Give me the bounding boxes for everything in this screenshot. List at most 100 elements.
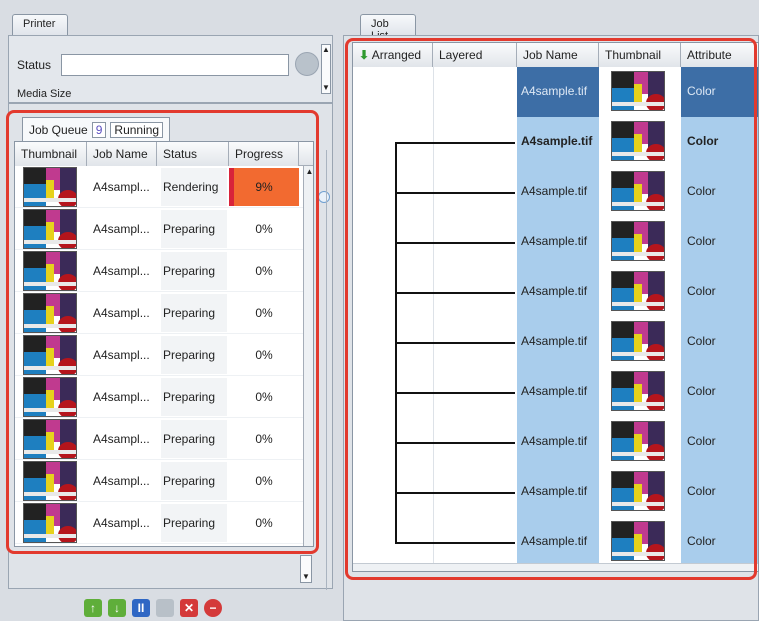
queue-progress: 0% [229, 210, 299, 248]
queue-row[interactable]: A4sampl... Preparing 0% [15, 418, 303, 460]
queue-progress-text: 0% [255, 474, 273, 488]
queue-progress-text: 0% [255, 390, 273, 404]
move-up-icon[interactable]: ↑ [84, 599, 102, 617]
joblist-thumbnail [611, 71, 665, 111]
job-queue-tab-label: Job Queue [29, 122, 88, 137]
queue-progress-text: 0% [255, 516, 273, 530]
queue-progress: 0% [229, 462, 299, 500]
queue-col-job-name[interactable]: Job Name [87, 142, 157, 166]
joblist-row[interactable]: A4sample.tif Color [353, 317, 758, 367]
queue-scroll-down-icon[interactable]: ▼ [301, 572, 311, 582]
joblist-job-name: A4sample.tif [521, 234, 588, 248]
media-size-label: Media Size [17, 88, 72, 100]
queue-status: Preparing [161, 252, 227, 290]
queue-progress: 0% [229, 294, 299, 332]
joblist-col-attribute[interactable]: Attribute [681, 43, 758, 67]
running-label: Running [110, 121, 164, 138]
queue-progress: 0% [229, 252, 299, 290]
queue-scroll-up-icon[interactable]: ▲ [304, 166, 313, 178]
status-field[interactable] [61, 54, 289, 76]
joblist-row[interactable]: A4sample.tif Color [353, 367, 758, 417]
splitter-handle[interactable] [318, 191, 330, 203]
queue-col-thumbnail[interactable]: Thumbnail [15, 142, 87, 166]
joblist-attribute: Color [687, 384, 716, 398]
job-queue-tab[interactable]: Job Queue 9 Running [22, 117, 171, 141]
joblist-name-cell: A4sample.tif [517, 317, 599, 367]
joblist-row[interactable]: A4sample.tif Color [353, 417, 758, 467]
queue-row[interactable]: A4sampl... Preparing 0% [15, 502, 303, 544]
joblist-thumbnail [611, 371, 665, 411]
queue-row[interactable]: A4sampl... Rendering 9% [15, 166, 303, 208]
tree-trunk-line [395, 142, 397, 544]
joblist-job-name: A4sample.tif [521, 284, 588, 298]
joblist-attribute: Color [687, 484, 716, 498]
joblist-job-name: A4sample.tif [521, 384, 588, 398]
joblist-header-row: ⬇ Arranged Layered Job Name Thumbnail At… [353, 43, 758, 67]
queue-thumbnail [23, 503, 77, 543]
queue-thumbnail [23, 293, 77, 333]
joblist-name-cell: A4sample.tif [517, 267, 599, 317]
queue-progress-text: 0% [255, 222, 273, 236]
vertical-divider [326, 150, 327, 590]
queue-job-name: A4sampl... [93, 264, 150, 278]
job-queue-count-badge: 9 [91, 121, 107, 138]
queue-progress: 0% [229, 336, 299, 374]
scroll-down-arrow-icon[interactable]: ▼ [322, 83, 330, 93]
joblist-job-name: A4sample.tif [521, 484, 588, 498]
scroll-up-arrow-icon[interactable]: ▲ [322, 45, 330, 55]
queue-thumbnail [23, 419, 77, 459]
joblist-thumbnail [611, 221, 665, 261]
joblist-attribute-cell: Color [681, 467, 758, 517]
cancel-icon[interactable]: − [204, 599, 222, 617]
queue-progress-text: 0% [255, 432, 273, 446]
joblist-col-arranged[interactable]: ⬇ Arranged [353, 43, 433, 67]
queue-col-progress[interactable]: Progress [229, 142, 299, 166]
joblist-row[interactable]: A4sample.tif Color [353, 117, 758, 167]
joblist-thumbnail [611, 521, 665, 561]
pause-icon[interactable]: II [132, 599, 150, 617]
joblist-thumbnail [611, 321, 665, 361]
queue-row[interactable]: A4sampl... Preparing 0% [15, 334, 303, 376]
joblist-row[interactable]: A4sample.tif Color [353, 517, 758, 567]
joblist-attribute-cell: Color [681, 367, 758, 417]
joblist-row[interactable]: A4sample.tif Color [353, 217, 758, 267]
tab-job-list[interactable]: Job List [360, 14, 416, 42]
joblist-col-job-name[interactable]: Job Name [517, 43, 599, 67]
queue-row[interactable]: A4sampl... Preparing 0% [15, 460, 303, 502]
queue-job-name: A4sampl... [93, 222, 150, 236]
queue-row[interactable]: A4sampl... Preparing 0% [15, 250, 303, 292]
queue-progress-text: 0% [255, 264, 273, 278]
stop-icon[interactable] [156, 599, 174, 617]
queue-status: Preparing [161, 294, 227, 332]
printer-panel: Status ▲ ▼ Media Size [8, 35, 333, 103]
joblist-job-name: A4sample.tif [521, 84, 588, 98]
joblist-col-thumbnail[interactable]: Thumbnail [599, 43, 681, 67]
joblist-row[interactable]: A4sample.tif Color [353, 267, 758, 317]
joblist-job-name: A4sample.tif [521, 434, 588, 448]
delete-icon[interactable]: ✕ [180, 599, 198, 617]
refresh-icon[interactable] [295, 52, 319, 76]
joblist-attribute-cell: Color [681, 267, 758, 317]
tree-branch-line [395, 242, 515, 244]
queue-row[interactable]: A4sampl... Preparing 0% [15, 292, 303, 334]
printer-scrollbar[interactable]: ▲ ▼ [321, 44, 331, 94]
queue-col-status[interactable]: Status [157, 142, 229, 166]
joblist-row[interactable]: A4sample.tif Color [353, 167, 758, 217]
queue-row[interactable]: A4sampl... Preparing 0% [15, 376, 303, 418]
queue-progress: 0% [229, 504, 299, 542]
queue-job-name: A4sampl... [93, 432, 150, 446]
joblist-bottom-strip [353, 563, 758, 571]
joblist-col-layered[interactable]: Layered [433, 43, 517, 67]
tree-branch-line [395, 142, 515, 144]
joblist-row[interactable]: A4sample.tif Color [353, 67, 758, 117]
joblist-name-cell: A4sample.tif [517, 217, 599, 267]
queue-row[interactable]: A4sampl... Preparing 0% [15, 208, 303, 250]
joblist-row[interactable]: A4sample.tif Color [353, 467, 758, 517]
queue-job-name: A4sampl... [93, 180, 150, 194]
tab-printer[interactable]: Printer [12, 14, 68, 36]
queue-scrollbar[interactable]: ▲ [303, 166, 313, 546]
joblist-attribute: Color [687, 84, 716, 98]
move-down-icon[interactable]: ↓ [108, 599, 126, 617]
queue-lower-scrollbar[interactable]: ▼ [300, 555, 312, 583]
tree-branch-line [395, 192, 515, 194]
